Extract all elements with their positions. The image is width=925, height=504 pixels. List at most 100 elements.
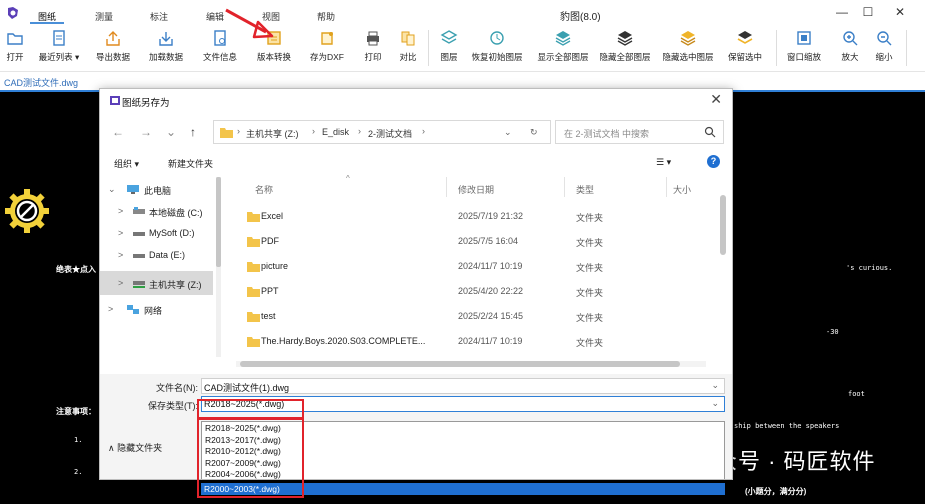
new-folder-button[interactable]: 新建文件夹 (168, 157, 213, 170)
file-list-hscrollbar[interactable] (236, 361, 706, 367)
window-zoom-button[interactable]: 窗口缩放 (782, 29, 826, 63)
organize-menu[interactable]: 组织 ▾ (114, 157, 139, 170)
chevron-down-icon[interactable]: ⌄ (711, 398, 719, 409)
up-button[interactable]: ↑ (190, 125, 196, 139)
import-icon (159, 32, 173, 46)
filename-label: 文件名(N): (156, 383, 198, 393)
chevron-right-icon[interactable]: > (118, 228, 123, 238)
file-row[interactable]: test 2025/2/24 15:45 文件夹 (230, 305, 710, 330)
restore-layer-button[interactable]: 恢复初始图层 (466, 29, 528, 63)
scrollbar-thumb[interactable] (720, 195, 726, 255)
canvas-text: 1. (74, 436, 83, 444)
drive-icon (133, 232, 145, 236)
command-bar: 组织 ▾ 新建文件夹 ☰ ▾ ? (100, 151, 732, 175)
toolbar-separator (776, 30, 777, 66)
file-list-scrollbar[interactable] (720, 183, 726, 343)
maximize-button[interactable]: ☐ (858, 5, 878, 19)
recent-list-button[interactable]: 最近列表 ▾ (34, 29, 84, 63)
navigation-pane: ⌄ 此电脑 > 本地磁盘 (C:) > MySoft (D:) > Data (… (100, 175, 213, 359)
show-all-layers-button[interactable]: 显示全部图层 (532, 29, 594, 63)
network-drive-icon (133, 281, 145, 288)
network-icon (127, 305, 139, 314)
hide-selected-layer-button[interactable]: 隐藏选中图层 (657, 29, 719, 63)
minimize-button[interactable]: — (832, 5, 852, 19)
drive-icon (133, 207, 145, 214)
open-button[interactable]: 打开 (2, 29, 28, 63)
menu-tab-help[interactable]: 帮助 (317, 10, 335, 23)
chevron-down-icon[interactable]: ⌄ (108, 184, 116, 195)
chevron-down-icon[interactable]: ⌄ (711, 380, 719, 391)
document-tab[interactable]: CAD测试文件.dwg (4, 76, 78, 89)
compare-button[interactable]: 对比 (393, 29, 423, 63)
refresh-button[interactable]: ↻ (530, 127, 538, 138)
dialog-close-button[interactable]: ✕ (710, 91, 722, 108)
chevron-right-icon[interactable]: > (108, 304, 113, 314)
scrollbar-thumb[interactable] (216, 177, 221, 267)
back-button[interactable]: ← (112, 125, 124, 139)
tree-item-drive-e[interactable]: > Data (E:) (100, 245, 213, 267)
search-input[interactable]: 在 2-测试文档 中搜索 (564, 127, 649, 140)
export-data-button[interactable]: 导出数据 (92, 29, 134, 63)
tree-item-network[interactable]: > 网络 (100, 299, 213, 321)
navigation-bar: ← → ⌄ ↑ › 主机共享 (Z:) › E_disk › 2-测试文档 › … (100, 117, 732, 149)
folder-icon (247, 237, 260, 247)
tree-item-this-pc[interactable]: ⌄ 此电脑 (100, 179, 213, 201)
address-bar[interactable]: › 主机共享 (Z:) › E_disk › 2-测试文档 › ⌄ ↻ (213, 120, 551, 144)
column-header-date[interactable]: 修改日期 (458, 183, 494, 196)
show-layers-icon (555, 31, 571, 46)
canvas-text: 2. (74, 468, 83, 476)
file-row[interactable]: Excel 2025/7/19 21:32 文件夹 (230, 205, 710, 230)
tree-item-drive-z[interactable]: > 主机共享 (Z:) (100, 271, 213, 295)
tree-item-drive-d[interactable]: > MySoft (D:) (100, 223, 213, 245)
print-button[interactable]: 打印 (358, 29, 388, 63)
save-dxf-icon (321, 32, 333, 45)
recent-locations-button[interactable]: ⌄ (166, 125, 176, 139)
dialog-title: 图纸另存为 (122, 98, 170, 109)
hide-all-layers-button[interactable]: 隐藏全部图层 (595, 29, 655, 63)
zoom-in-button[interactable]: 放大 (836, 29, 864, 63)
canvas-text: (小题分，满分分) (745, 487, 807, 496)
column-header-type[interactable]: 类型 (576, 183, 594, 196)
file-row[interactable]: The.Hardy.Boys.2020.S03.COMPLETE... 2024… (230, 330, 710, 355)
layer-button[interactable]: 图层 (434, 29, 464, 63)
breadcrumb-item[interactable]: E_disk (322, 127, 349, 137)
folder-icon (247, 212, 260, 222)
printer-icon (367, 31, 379, 46)
hide-folders-toggle[interactable]: ∧ 隐藏文件夹 (108, 441, 162, 454)
tree-item-drive-c[interactable]: > 本地磁盘 (C:) (100, 201, 213, 223)
folder-icon (247, 262, 260, 272)
menu-tab-measure[interactable]: 测量 (95, 10, 113, 23)
column-header-size[interactable]: 大小 (673, 183, 691, 196)
menu-tab-annotate[interactable]: 标注 (150, 10, 168, 23)
breadcrumb-item[interactable]: 2-测试文档 (368, 127, 412, 140)
filename-value[interactable]: CAD测试文件(1).dwg (204, 381, 289, 394)
search-box[interactable]: 在 2-测试文档 中搜索 (555, 120, 724, 144)
nav-pane-scrollbar[interactable] (216, 177, 221, 357)
address-history-button[interactable]: ⌄ (504, 127, 512, 138)
save-as-dxf-button[interactable]: 存为DXF (306, 29, 348, 63)
chevron-right-icon[interactable]: > (118, 206, 123, 216)
filename-field[interactable]: CAD测试文件(1).dwg ⌄ (201, 378, 725, 394)
column-divider (564, 177, 565, 197)
scrollbar-thumb[interactable] (240, 361, 680, 367)
file-row[interactable]: picture 2024/11/7 10:19 文件夹 (230, 255, 710, 280)
forward-button[interactable]: → (140, 125, 152, 139)
folder-icon (247, 287, 260, 297)
savetype-label: 保存类型(T): (148, 401, 198, 411)
breadcrumb-item[interactable]: 主机共享 (Z:) (246, 127, 299, 140)
chevron-right-icon[interactable]: > (118, 278, 123, 288)
app-logo-icon (8, 7, 18, 19)
breadcrumb-separator: › (358, 126, 361, 136)
keep-selected-icon (737, 31, 753, 44)
zoom-out-button[interactable]: 缩小 (870, 29, 898, 63)
file-row[interactable]: PDF 2025/7/5 16:04 文件夹 (230, 230, 710, 255)
close-button[interactable]: ✕ (890, 5, 910, 19)
export-icon (106, 31, 120, 46)
keep-selected-button[interactable]: 保留选中 (722, 29, 768, 63)
file-row[interactable]: PPT 2025/4/20 22:22 文件夹 (230, 280, 710, 305)
column-header-name[interactable]: 名称 (255, 183, 273, 196)
help-button[interactable]: ? (707, 155, 720, 168)
chevron-right-icon[interactable]: > (118, 250, 123, 260)
load-data-button[interactable]: 加载数据 (145, 29, 187, 63)
view-options-button[interactable]: ☰ ▾ (656, 157, 671, 168)
